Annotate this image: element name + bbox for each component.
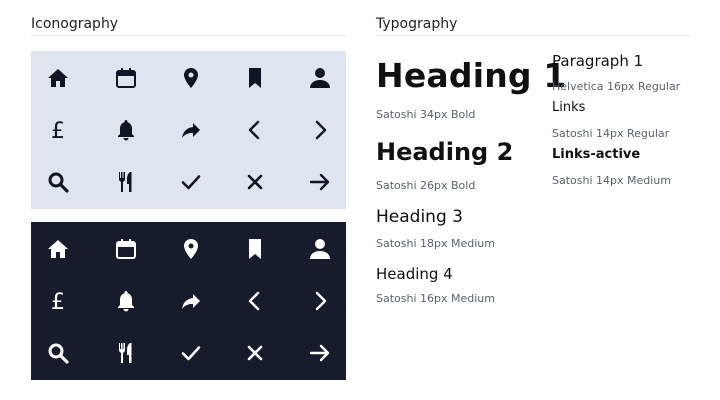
heading-3-spec: Satoshi 18px Medium xyxy=(376,237,495,250)
bookmark-icon xyxy=(241,64,269,92)
icon-panel-dark: £ xyxy=(31,222,346,380)
fork-knife-icon xyxy=(112,168,140,196)
search-icon xyxy=(44,339,72,367)
search-icon xyxy=(44,168,72,196)
heading-1-sample: Heading 1 xyxy=(376,56,567,95)
paragraph-1-sample: Paragraph 1 xyxy=(552,52,644,70)
heading-2-sample: Heading 2 xyxy=(376,138,514,166)
paragraph-1-spec: Helvetica 16px Regular xyxy=(552,80,681,93)
chevron-right-icon xyxy=(306,116,334,144)
typography-divider xyxy=(376,35,690,36)
heading-1-spec: Satoshi 34px Bold xyxy=(376,108,476,121)
share-forward-icon xyxy=(177,116,205,144)
heading-2-spec: Satoshi 26px Bold xyxy=(376,179,476,192)
user-icon xyxy=(306,64,334,92)
links-sample[interactable]: Links xyxy=(552,100,585,115)
arrow-right-icon xyxy=(306,168,334,196)
pound-sterling-icon: £ xyxy=(44,116,72,144)
chevron-right-icon xyxy=(306,287,334,315)
check-icon xyxy=(177,168,205,196)
icon-panel-light: £ xyxy=(31,51,346,209)
user-icon xyxy=(306,235,334,263)
typography-title: Typography xyxy=(376,16,458,32)
heading-4-spec: Satoshi 16px Medium xyxy=(376,292,495,305)
fork-knife-icon xyxy=(112,339,140,367)
location-pin-icon xyxy=(177,235,205,263)
pound-sterling-icon: £ xyxy=(44,287,72,315)
svg-text:£: £ xyxy=(51,119,65,142)
share-forward-icon xyxy=(177,287,205,315)
links-active-sample[interactable]: Links-active xyxy=(552,147,640,162)
bell-icon xyxy=(112,287,140,315)
calendar-icon xyxy=(112,64,140,92)
home-icon xyxy=(44,64,72,92)
close-icon xyxy=(241,339,269,367)
iconography-title: Iconography xyxy=(31,16,119,32)
arrow-right-icon xyxy=(306,339,334,367)
bookmark-icon xyxy=(241,235,269,263)
svg-text:£: £ xyxy=(51,290,65,313)
chevron-left-icon xyxy=(241,287,269,315)
links-spec: Satoshi 14px Regular xyxy=(552,127,670,140)
chevron-left-icon xyxy=(241,116,269,144)
heading-4-sample: Heading 4 xyxy=(376,265,453,283)
location-pin-icon xyxy=(177,64,205,92)
bell-icon xyxy=(112,116,140,144)
home-icon xyxy=(44,235,72,263)
links-active-spec: Satoshi 14px Medium xyxy=(552,174,671,187)
heading-3-sample: Heading 3 xyxy=(376,207,463,227)
iconography-divider xyxy=(31,35,346,36)
close-icon xyxy=(241,168,269,196)
check-icon xyxy=(177,339,205,367)
calendar-icon xyxy=(112,235,140,263)
